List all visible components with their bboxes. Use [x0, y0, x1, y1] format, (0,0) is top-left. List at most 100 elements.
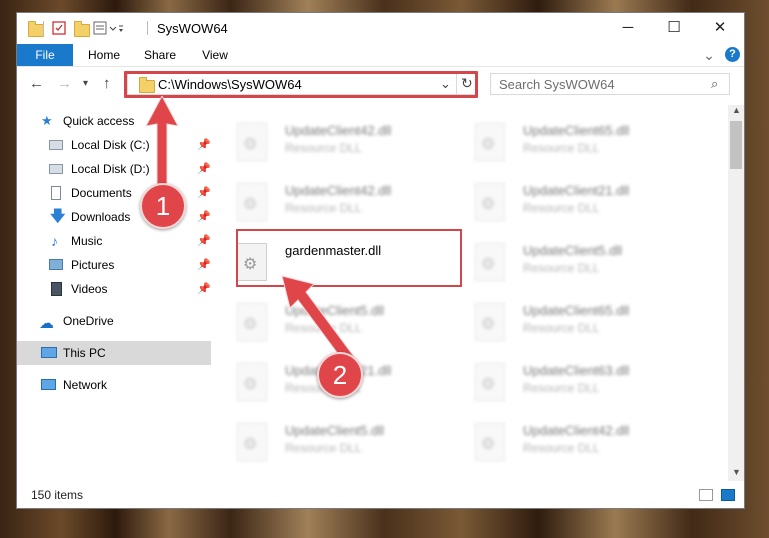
ribbon-tabs: File Home Share View ⌄ ? — [17, 44, 744, 67]
file-tile[interactable]: UpdateClient42.dll Resource DLL — [217, 119, 447, 175]
nav-label: Quick access — [63, 114, 135, 128]
pin-icon[interactable]: 📌 — [197, 133, 211, 157]
pin-icon[interactable]: 📌 — [197, 157, 211, 181]
file-name: UpdateClient21.dll — [523, 183, 630, 198]
maximize-button[interactable]: ☐ — [651, 13, 697, 44]
nav-label: Local Disk (D:) — [71, 162, 150, 176]
file-type: Resource DLL — [285, 441, 362, 455]
download-icon: 🡇 — [50, 208, 66, 225]
status-bar: 150 items — [17, 483, 744, 507]
address-highlight-box — [124, 71, 478, 98]
video-icon — [51, 282, 62, 296]
nav-videos[interactable]: Videos 📌 — [17, 277, 211, 301]
nav-label: Local Disk (C:) — [71, 138, 150, 152]
file-name: UpdateClient42.dll — [523, 423, 630, 438]
file-tile[interactable]: UpdateClient5.dll Resource DLL — [217, 419, 447, 475]
file-tile[interactable]: UpdateClient65.dll Resource DLL — [455, 299, 685, 355]
file-name: UpdateClient42.dll — [285, 183, 392, 198]
computer-icon — [41, 347, 57, 358]
tab-share[interactable]: Share — [135, 44, 185, 66]
file-tile[interactable]: UpdateClient42.dll Resource DLL — [217, 179, 447, 235]
ribbon-collapse-icon[interactable]: ⌄ — [701, 44, 717, 66]
nav-network[interactable]: Network — [17, 373, 211, 397]
item-count: 150 items — [31, 488, 84, 502]
tab-home[interactable]: Home — [79, 44, 129, 66]
nav-label: Videos — [71, 282, 108, 296]
file-type: Resource DLL — [285, 201, 362, 215]
properties-icon[interactable] — [51, 20, 67, 36]
folder-icon[interactable] — [27, 20, 44, 37]
file-tile[interactable]: UpdateClient42.dll Resource DLL — [455, 419, 685, 475]
nav-label: Downloads — [71, 210, 131, 224]
nav-label: Pictures — [71, 258, 115, 272]
arrow-to-address-bar — [145, 96, 179, 192]
dll-file-icon — [475, 363, 505, 401]
pin-icon[interactable]: 📌 — [197, 277, 211, 301]
dll-file-icon — [475, 123, 505, 161]
pin-icon[interactable]: 📌 — [197, 229, 211, 253]
customize-toolbar-icon[interactable] — [93, 20, 123, 36]
forward-arrow-icon[interactable]: → — [57, 75, 72, 92]
star-icon: ★ — [41, 113, 53, 128]
large-icons-view-icon[interactable] — [721, 489, 735, 501]
recent-locations-icon[interactable]: ▾ — [83, 78, 88, 89]
vertical-scrollbar[interactable]: ▲ ▼ — [728, 105, 744, 481]
file-type: Resource DLL — [523, 381, 600, 395]
nav-music[interactable]: ♪ Music 📌 — [17, 229, 211, 253]
document-icon — [51, 186, 61, 200]
file-tile[interactable]: UpdateClient63.dll Resource DLL — [455, 359, 685, 415]
pin-icon[interactable]: 📌 — [197, 253, 211, 277]
file-tile[interactable]: UpdateClient65.dll Resource DLL — [455, 119, 685, 175]
title-bar: SysWOW64 ─ ☐ ✕ — [17, 13, 744, 44]
close-button[interactable]: ✕ — [697, 13, 743, 44]
file-type: Resource DLL — [523, 201, 600, 215]
title-divider — [147, 21, 148, 35]
file-name: UpdateClient5.dll — [523, 243, 623, 258]
file-type: Resource DLL — [523, 441, 600, 455]
nav-label: OneDrive — [63, 314, 114, 328]
step-1-badge: 1 — [140, 183, 186, 229]
nav-this-pc[interactable]: This PC — [17, 341, 211, 365]
dll-file-icon — [475, 303, 505, 341]
music-icon: ♪ — [51, 233, 58, 249]
dll-file-icon — [475, 183, 505, 221]
search-icon[interactable]: ⌕ — [711, 76, 718, 92]
drive-icon — [49, 140, 63, 150]
search-box[interactable]: Search SysWOW64 ⌕ — [490, 73, 730, 95]
nav-label: Network — [63, 378, 108, 392]
details-view-icon[interactable] — [699, 489, 713, 501]
file-type: Resource DLL — [523, 141, 600, 155]
pin-icon[interactable]: 📌 — [197, 205, 211, 229]
file-name: UpdateClient42.dll — [285, 123, 392, 138]
dll-file-icon — [237, 303, 267, 341]
new-folder-icon[interactable] — [73, 20, 90, 37]
dll-file-icon — [237, 123, 267, 161]
dll-file-icon — [475, 243, 505, 281]
help-icon[interactable]: ? — [725, 47, 740, 62]
toolbar-divider — [43, 21, 44, 35]
tab-file[interactable]: File — [17, 44, 73, 66]
pictures-icon — [49, 259, 63, 270]
up-arrow-icon[interactable]: ↑ — [103, 75, 111, 92]
dll-file-icon — [237, 423, 267, 461]
network-icon — [41, 379, 56, 390]
back-arrow-icon[interactable]: ← — [29, 75, 44, 92]
scroll-up-icon[interactable]: ▲ — [732, 105, 741, 115]
dll-file-icon — [237, 183, 267, 221]
file-tile[interactable]: UpdateClient21.dll Resource DLL — [455, 179, 685, 235]
tab-view[interactable]: View — [191, 44, 239, 66]
nav-label: Music — [71, 234, 103, 248]
nav-label: Documents — [71, 186, 132, 200]
scroll-thumb[interactable] — [730, 121, 742, 169]
file-name: UpdateClient5.dll — [285, 423, 385, 438]
address-row: ← → ▾ ↑ C:\Windows\SysWOW64 ⌄ ↻ Search S… — [17, 67, 744, 101]
file-tile[interactable]: UpdateClient5.dll Resource DLL — [455, 239, 685, 295]
scroll-down-icon[interactable]: ▼ — [732, 467, 741, 477]
minimize-button[interactable]: ─ — [605, 13, 651, 44]
pin-icon[interactable]: 📌 — [197, 181, 211, 205]
search-input[interactable]: Search SysWOW64 — [499, 77, 615, 92]
file-type: Resource DLL — [523, 261, 600, 275]
nav-onedrive[interactable]: ☁ OneDrive — [17, 309, 211, 333]
nav-pictures[interactable]: Pictures 📌 — [17, 253, 211, 277]
file-type: Resource DLL — [285, 141, 362, 155]
